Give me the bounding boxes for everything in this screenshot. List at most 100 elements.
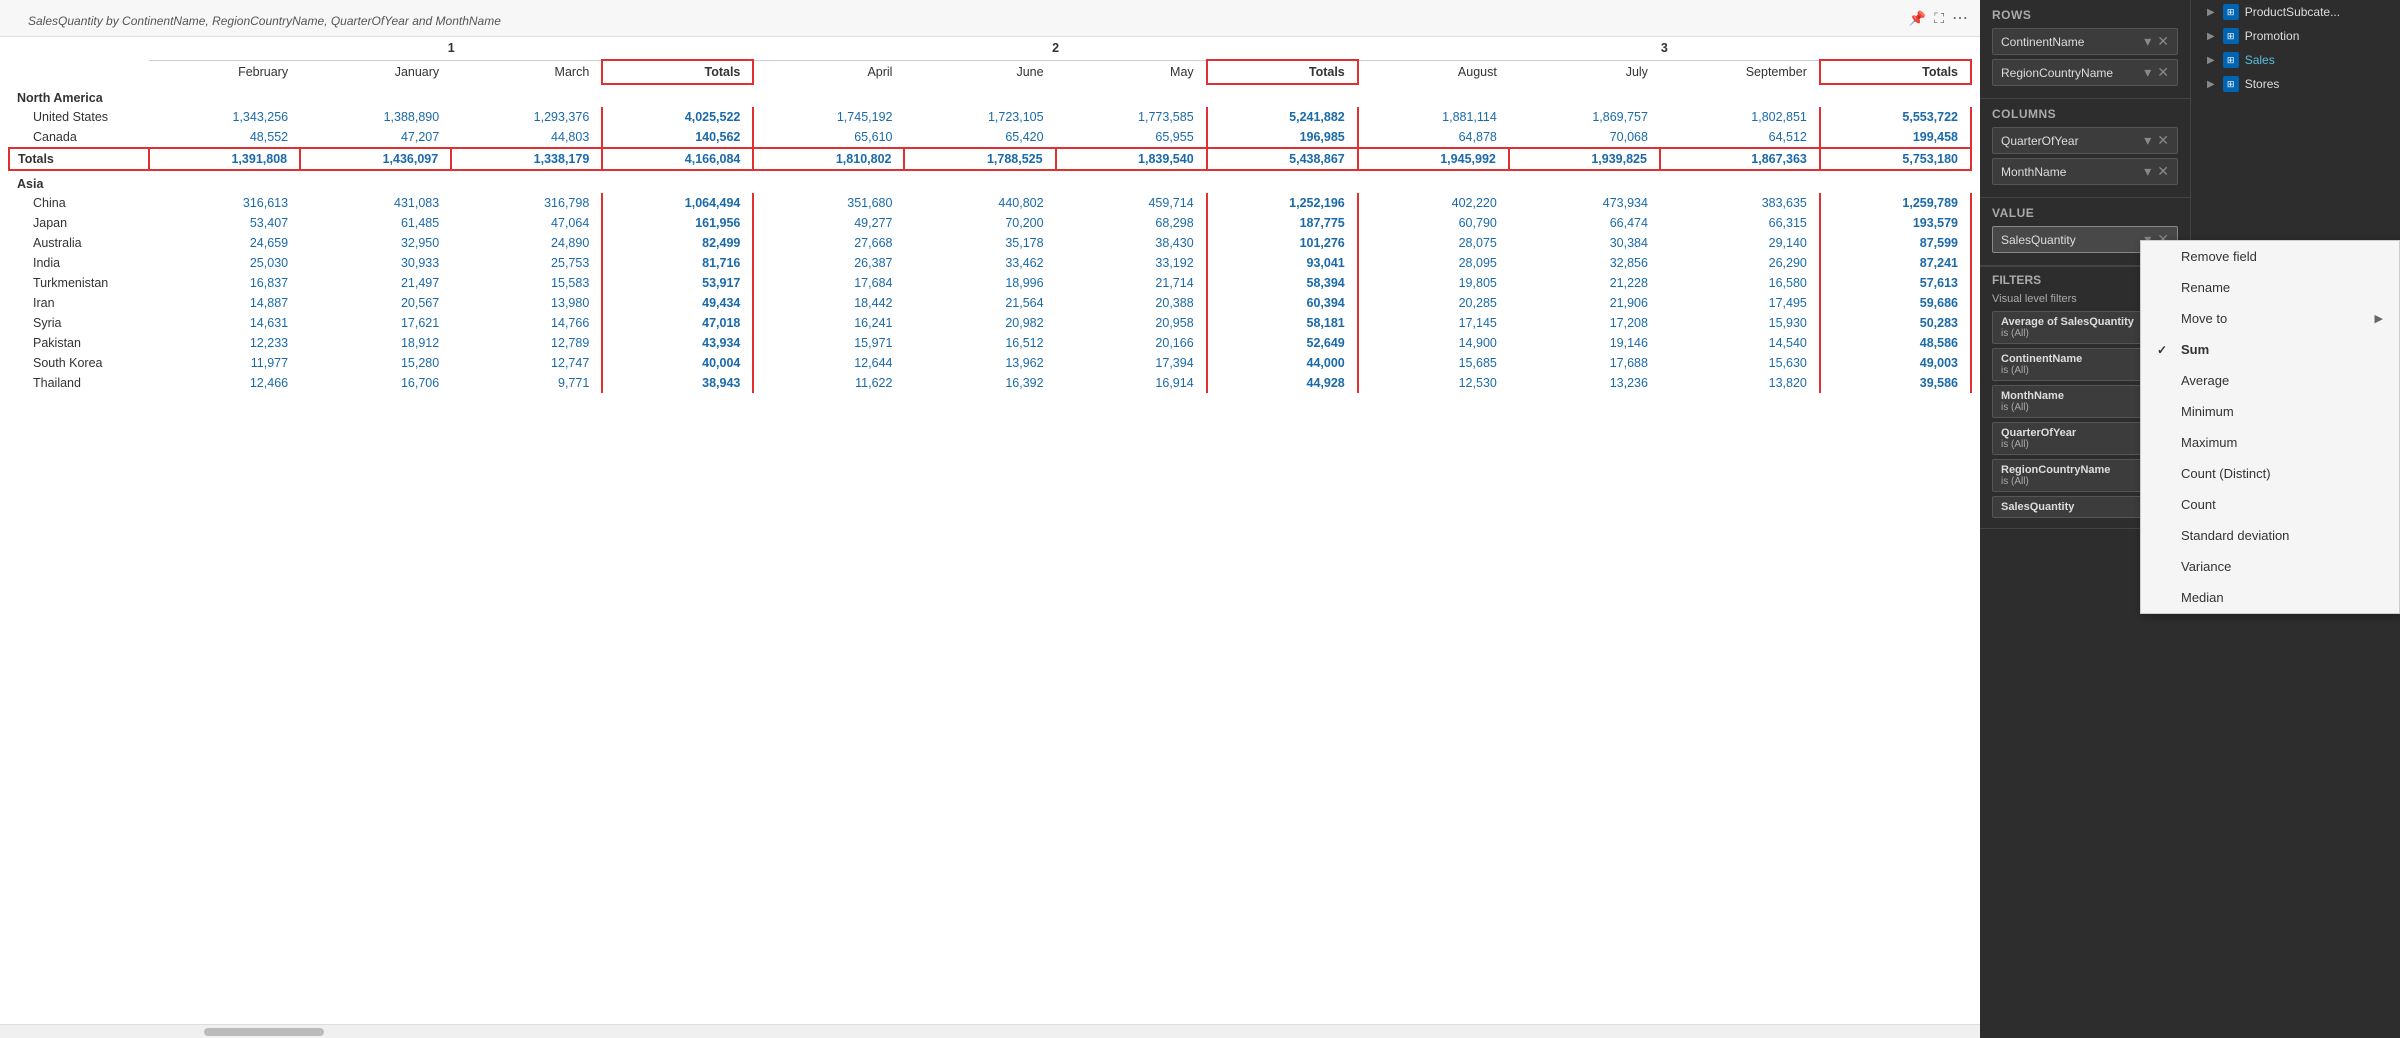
field-list-item[interactable]: ▶⊞ProductSubcate...: [2191, 0, 2400, 24]
data-cell: 14,631: [149, 313, 300, 333]
focus-icon[interactable]: ⛶: [1934, 10, 1944, 27]
data-cell: 1,869,757: [1509, 107, 1660, 127]
quarter-1-header: 1: [149, 37, 753, 60]
data-cell: 12,747: [451, 353, 602, 373]
continent-name-field[interactable]: ContinentName ▾ ✕: [1992, 28, 2178, 55]
row-label: United States: [9, 107, 149, 127]
data-cell: 14,900: [1358, 333, 1509, 353]
month-may: May: [1056, 60, 1207, 84]
data-cell: 351,680: [753, 193, 904, 213]
context-menu-label: Remove field: [2181, 249, 2257, 264]
rows-section: Rows ContinentName ▾ ✕ RegionCountryName…: [1980, 0, 2190, 99]
data-cell: 25,753: [451, 253, 602, 273]
row-label: Turkmenistan: [9, 273, 149, 293]
data-cell: 64,878: [1358, 127, 1509, 148]
data-cell: 12,233: [149, 333, 300, 353]
data-cell: 1,945,992: [1358, 148, 1509, 170]
row-label: Japan: [9, 213, 149, 233]
table-row: Syria14,63117,62114,76647,01816,24120,98…: [9, 313, 1971, 333]
context-menu-item[interactable]: Count (Distinct): [2141, 458, 2399, 489]
context-menu-item[interactable]: ✓Sum: [2141, 334, 2399, 365]
context-menu-item[interactable]: Remove field: [2141, 241, 2399, 272]
data-cell: 49,277: [753, 213, 904, 233]
data-cell: 18,442: [753, 293, 904, 313]
data-cell: 60,790: [1358, 213, 1509, 233]
data-cell: 65,610: [753, 127, 904, 148]
data-cell: 17,684: [753, 273, 904, 293]
month-close-icon[interactable]: ✕: [2157, 163, 2169, 180]
context-menu: Remove field RenameMove to▶✓SumAverageMin…: [2140, 240, 2400, 614]
context-menu-item[interactable]: Median: [2141, 582, 2399, 613]
region-close-icon[interactable]: ✕: [2157, 64, 2169, 81]
context-menu-label: Median: [2181, 590, 2224, 605]
data-cell: 1,881,114: [1358, 107, 1509, 127]
table-row: Japan53,40761,48547,064161,95649,27770,2…: [9, 213, 1971, 233]
data-cell: 1,293,376: [451, 107, 602, 127]
data-cell: 5,753,180: [1820, 148, 1971, 170]
context-menu-item[interactable]: Standard deviation: [2141, 520, 2399, 551]
table-row: Canada48,55247,20744,803140,56265,61065,…: [9, 127, 1971, 148]
data-cell: 38,430: [1056, 233, 1207, 253]
field-list-item[interactable]: ▶⊞Stores: [2191, 72, 2400, 96]
context-menu-item[interactable]: Average: [2141, 365, 2399, 396]
data-cell: 20,567: [300, 293, 451, 313]
context-menu-item[interactable]: Variance: [2141, 551, 2399, 582]
data-cell: 473,934: [1509, 193, 1660, 213]
pin-icon[interactable]: 📌: [1909, 10, 1926, 27]
region-dropdown-icon[interactable]: ▾: [2144, 64, 2151, 81]
data-table: 1 2 3 February January March Totals Apri…: [8, 37, 1972, 393]
more-icon[interactable]: ⋯: [1952, 8, 1968, 28]
data-cell: 17,394: [1056, 353, 1207, 373]
data-cell: 19,805: [1358, 273, 1509, 293]
data-cell: 47,018: [602, 313, 753, 333]
field-list-item[interactable]: ▶⊞Sales: [2191, 48, 2400, 72]
context-menu-item[interactable]: Move to▶: [2141, 303, 2399, 334]
region-header: North America: [9, 84, 1971, 107]
month-dropdown-icon[interactable]: ▾: [2144, 163, 2151, 180]
data-cell: 14,766: [451, 313, 602, 333]
data-cell: 29,140: [1660, 233, 1820, 253]
data-cell: 193,579: [1820, 213, 1971, 233]
table-scroll-area[interactable]: 1 2 3 February January March Totals Apri…: [0, 37, 1980, 1024]
continent-dropdown-icon[interactable]: ▾: [2144, 33, 2151, 50]
data-cell: 16,580: [1660, 273, 1820, 293]
quarter-of-year-field[interactable]: QuarterOfYear ▾ ✕: [1992, 127, 2178, 154]
data-cell: 11,977: [149, 353, 300, 373]
data-cell: 316,613: [149, 193, 300, 213]
month-name-field[interactable]: MonthName ▾ ✕: [1992, 158, 2178, 185]
context-menu-label: Maximum: [2181, 435, 2237, 450]
month-august: August: [1358, 60, 1509, 84]
continent-close-icon[interactable]: ✕: [2157, 33, 2169, 50]
data-cell: 13,962: [904, 353, 1055, 373]
context-menu-item[interactable]: Rename: [2141, 272, 2399, 303]
quarter-close-icon[interactable]: ✕: [2157, 132, 2169, 149]
data-cell: 1,939,825: [1509, 148, 1660, 170]
data-cell: 61,485: [300, 213, 451, 233]
quarter-dropdown-icon[interactable]: ▾: [2144, 132, 2151, 149]
context-menu-item[interactable]: Minimum: [2141, 396, 2399, 427]
context-menu-item[interactable]: Count: [2141, 489, 2399, 520]
data-cell: 68,298: [1056, 213, 1207, 233]
data-cell: 48,586: [1820, 333, 1971, 353]
data-cell: 43,934: [602, 333, 753, 353]
data-cell: 26,387: [753, 253, 904, 273]
data-cell: 9,771: [451, 373, 602, 393]
horizontal-scrollbar[interactable]: [0, 1024, 1980, 1038]
month-april: April: [753, 60, 904, 84]
rows-label: Rows: [1992, 8, 2178, 22]
data-cell: 402,220: [1358, 193, 1509, 213]
region-country-name-field[interactable]: RegionCountryName ▾ ✕: [1992, 59, 2178, 86]
data-cell: 1,867,363: [1660, 148, 1820, 170]
data-cell: 47,064: [451, 213, 602, 233]
data-cell: 21,906: [1509, 293, 1660, 313]
data-cell: 58,181: [1207, 313, 1358, 333]
data-cell: 17,208: [1509, 313, 1660, 333]
context-menu-item[interactable]: Maximum: [2141, 427, 2399, 458]
data-cell: 30,933: [300, 253, 451, 273]
data-cell: 53,407: [149, 213, 300, 233]
data-cell: 1,338,179: [451, 148, 602, 170]
data-cell: 1,064,494: [602, 193, 753, 213]
data-cell: 161,956: [602, 213, 753, 233]
data-cell: 27,668: [753, 233, 904, 253]
field-list-item[interactable]: ▶⊞Promotion: [2191, 24, 2400, 48]
